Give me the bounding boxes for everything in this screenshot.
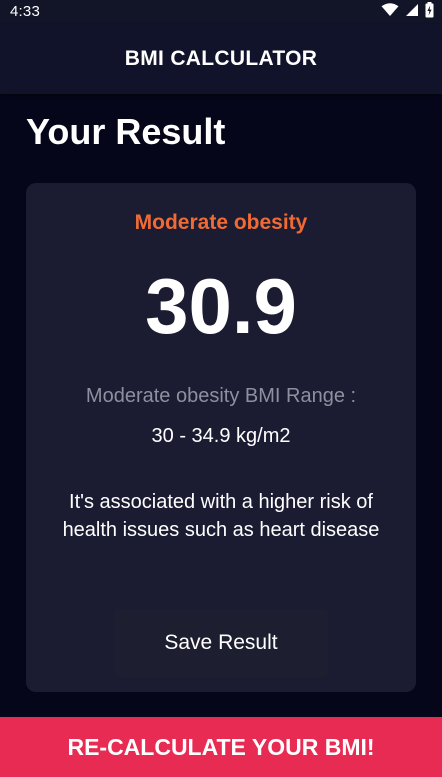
page-title: Your Result [26, 111, 226, 152]
bmi-value: 30.9 [145, 262, 297, 350]
bmi-range-value: 30 - 34.9 kg/m2 [151, 425, 291, 447]
status-icons [381, 1, 434, 23]
status-bar: 4:33 [0, 0, 442, 24]
result-card: Moderate obesity 30.9 Moderate obesity B… [26, 183, 416, 692]
recalculate-button[interactable]: RE-CALCULATE YOUR BMI! [0, 717, 442, 777]
app-bar: BMI CALCULATOR [0, 24, 442, 94]
save-result-button[interactable]: Save Result [114, 609, 328, 677]
app-title: BMI CALCULATOR [124, 47, 318, 70]
status-time: 4:33 [10, 3, 40, 20]
wifi-icon [381, 2, 399, 22]
battery-icon [425, 1, 434, 23]
bmi-category-label: Moderate obesity [134, 211, 308, 234]
bmi-range-label: Moderate obesity BMI Range : [85, 385, 357, 407]
bmi-interpretation: It's associated with a higher risk of he… [62, 491, 380, 541]
cellular-signal-icon [405, 3, 419, 22]
